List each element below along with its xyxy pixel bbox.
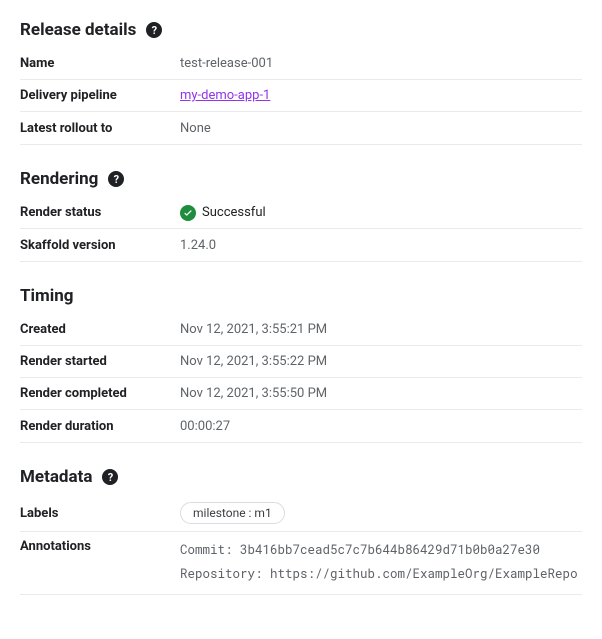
name-value: test-release-001 — [180, 56, 582, 71]
annotation-repository: Repository: https://github.com/ExampleOr… — [180, 563, 582, 587]
render-started-label: Render started — [20, 354, 180, 369]
help-icon[interactable]: ? — [102, 469, 118, 485]
pipeline-link[interactable]: my-demo-app-1 — [180, 88, 270, 103]
release-details-header: Release details ? — [20, 20, 582, 40]
metadata-header: Metadata ? — [20, 467, 582, 487]
labels-row: Labels milestone : m1 — [20, 495, 582, 532]
metadata-title: Metadata — [20, 467, 92, 487]
render-started-value: Nov 12, 2021, 3:55:22 PM — [180, 354, 582, 369]
skaffold-row: Skaffold version 1.24.0 — [20, 229, 582, 261]
render-status-value: Successful — [202, 205, 266, 220]
annotation-commit: Commit: 3b416bb7cead5c7c7b644b86429d71b0… — [180, 539, 582, 563]
name-row: Name test-release-001 — [20, 48, 582, 80]
name-label: Name — [20, 56, 180, 71]
rollout-value: None — [180, 121, 582, 136]
pipeline-label: Delivery pipeline — [20, 88, 180, 103]
render-started-row: Render started Nov 12, 2021, 3:55:22 PM — [20, 346, 582, 378]
rendering-header: Rendering ? — [20, 169, 582, 189]
label-chip[interactable]: milestone : m1 — [180, 502, 285, 524]
annotations-row: Annotations Commit: 3b416bb7cead5c7c7b64… — [20, 532, 582, 594]
timing-header: Timing — [20, 286, 582, 306]
created-row: Created Nov 12, 2021, 3:55:21 PM — [20, 314, 582, 346]
rendering-title: Rendering — [20, 169, 98, 189]
rollout-label: Latest rollout to — [20, 121, 180, 136]
pipeline-row: Delivery pipeline my-demo-app-1 — [20, 80, 582, 112]
help-icon[interactable]: ? — [108, 171, 124, 187]
release-details-section: Release details ? Name test-release-001 … — [20, 20, 582, 145]
release-details-title: Release details — [20, 20, 136, 40]
timing-title: Timing — [20, 286, 74, 306]
timing-section: Timing Created Nov 12, 2021, 3:55:21 PM … — [20, 286, 582, 443]
render-duration-value: 00:00:27 — [180, 419, 582, 434]
skaffold-label: Skaffold version — [20, 238, 180, 253]
rendering-section: Rendering ? Render status Successful Ska… — [20, 169, 582, 262]
annotations-label: Annotations — [20, 539, 180, 554]
created-label: Created — [20, 322, 180, 337]
render-status-row: Render status Successful — [20, 197, 582, 229]
render-completed-label: Render completed — [20, 386, 180, 401]
render-completed-value: Nov 12, 2021, 3:55:50 PM — [180, 386, 582, 401]
render-duration-row: Render duration 00:00:27 — [20, 410, 582, 442]
help-icon[interactable]: ? — [146, 22, 162, 38]
render-status-label: Render status — [20, 205, 180, 220]
render-duration-label: Render duration — [20, 419, 180, 434]
labels-label: Labels — [20, 506, 180, 521]
render-completed-row: Render completed Nov 12, 2021, 3:55:50 P… — [20, 378, 582, 410]
rollout-row: Latest rollout to None — [20, 112, 582, 144]
skaffold-value: 1.24.0 — [180, 238, 582, 253]
created-value: Nov 12, 2021, 3:55:21 PM — [180, 322, 582, 337]
metadata-section: Metadata ? Labels milestone : m1 Annotat… — [20, 467, 582, 595]
success-check-icon — [180, 205, 196, 221]
